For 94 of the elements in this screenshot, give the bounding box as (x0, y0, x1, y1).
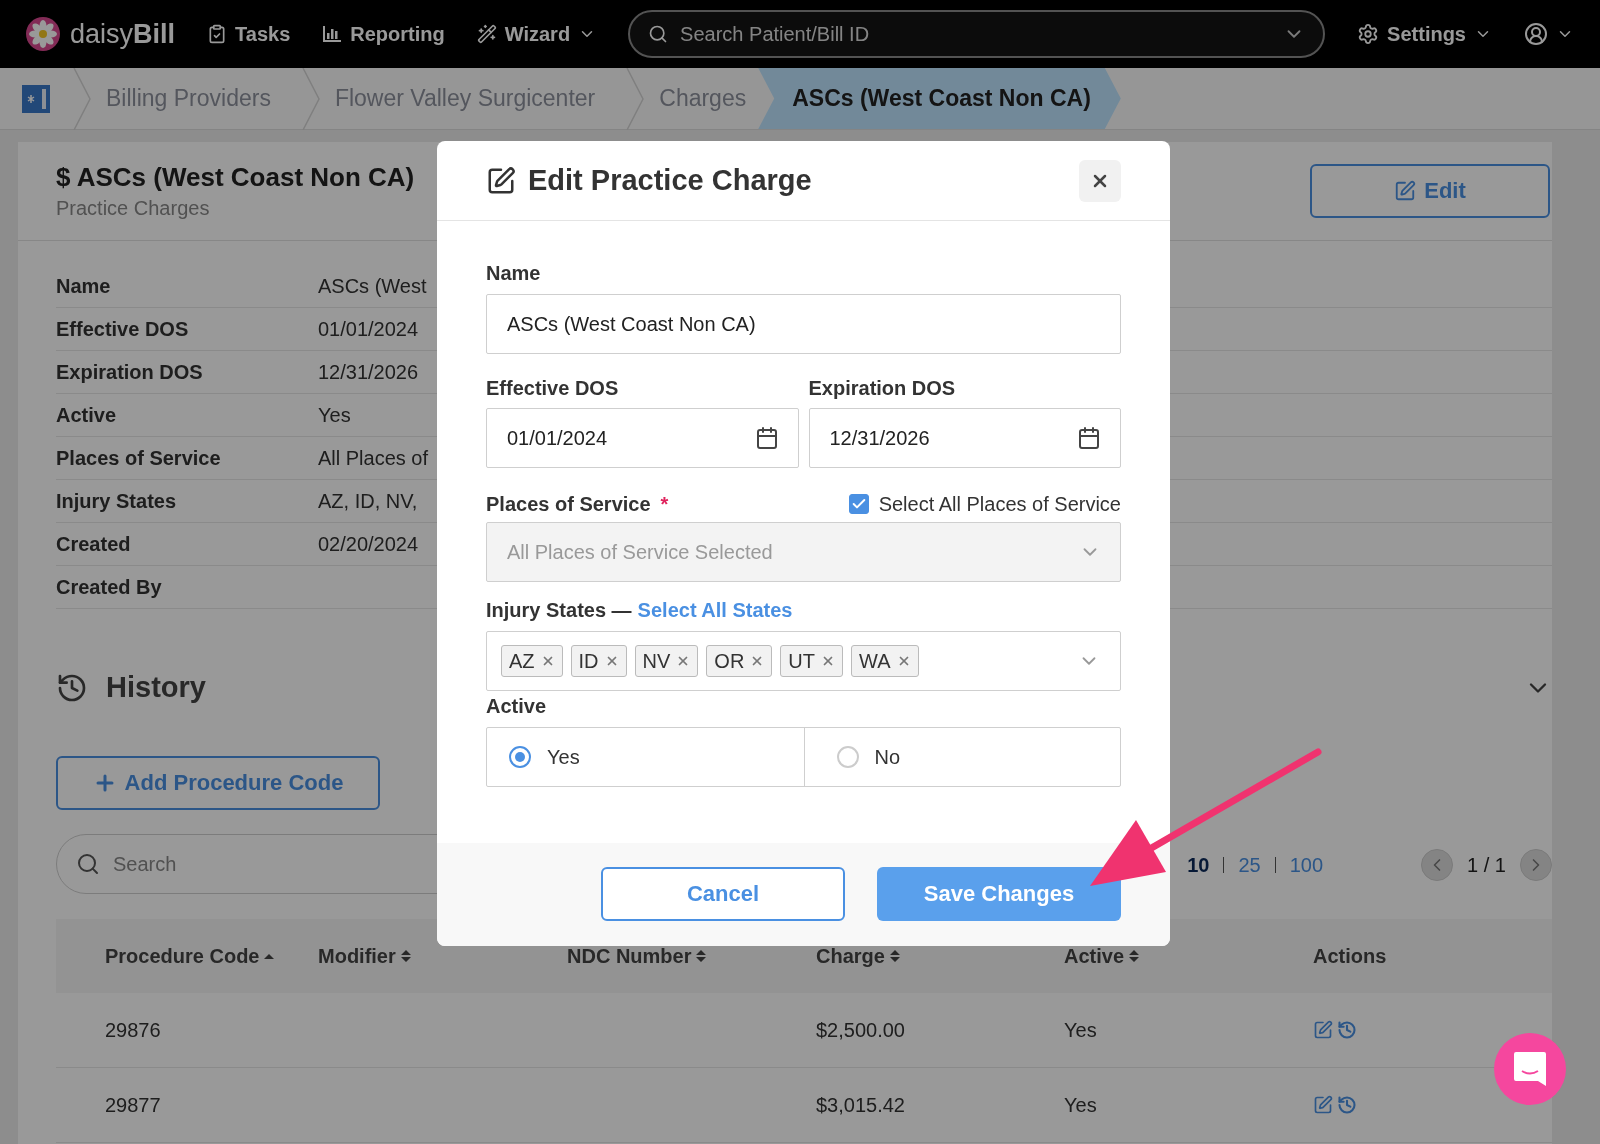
page-subtitle: Practice Charges (56, 197, 211, 220)
settings-menu[interactable]: Settings (1357, 22, 1492, 46)
state-tag: UT (780, 645, 844, 677)
state-tag: ID (570, 645, 627, 677)
name-field[interactable]: ASCs (West Coast Non CA) (486, 294, 1121, 354)
history-icon[interactable] (1337, 1095, 1357, 1115)
state-tag: WA (851, 645, 919, 677)
page-size-link[interactable]: 10 (1187, 853, 1210, 877)
detail-value: 02/20/2024 (318, 532, 419, 556)
radio-option[interactable]: Yes (487, 728, 804, 786)
column-header[interactable]: NDC Number (567, 944, 692, 968)
chat-icon (1513, 1051, 1547, 1087)
detail-value: ASCs (West (318, 274, 427, 298)
bar-chart-icon (322, 25, 343, 43)
edit-button[interactable]: Edit (1310, 164, 1550, 218)
date-field[interactable]: 01/01/2024 (486, 408, 799, 468)
save-changes-button[interactable]: Save Changes (877, 867, 1121, 921)
detail-value: AZ, ID, NV, (318, 489, 418, 513)
next-page-button[interactable] (1520, 849, 1552, 881)
detail-label: Created (56, 532, 131, 556)
column-header[interactable]: Procedure Code (105, 944, 260, 968)
field-label: Active (486, 695, 547, 718)
detail-value: Yes (318, 403, 351, 427)
detail-label: Created By (56, 575, 162, 599)
detail-label: Injury States (56, 489, 177, 513)
select-all-link[interactable]: Select All States (637, 598, 793, 622)
detail-value: 12/31/2026 (318, 360, 419, 384)
detail-label: Effective DOS (56, 317, 189, 341)
sort-icon[interactable] (399, 948, 412, 964)
edit-icon[interactable] (1313, 1020, 1333, 1040)
date-field[interactable]: 12/31/2026 (808, 408, 1121, 468)
search-field[interactable]: Search Patient/Bill ID (628, 10, 1326, 58)
history-icon[interactable] (1337, 1020, 1357, 1040)
required-mark: * (660, 492, 669, 516)
sort-icon[interactable] (1128, 948, 1141, 964)
settings-icon (1357, 23, 1380, 45)
field-label: Name (486, 262, 541, 285)
dialog-title: Edit Practice Charge (528, 164, 812, 197)
calendar-icon[interactable] (754, 426, 779, 450)
edit-icon (1394, 180, 1417, 202)
nav-link[interactable]: Tasks (207, 22, 291, 46)
nav-link[interactable]: Wizard (476, 22, 597, 46)
state-tag: NV (634, 645, 699, 677)
table-cell: Yes (1064, 1018, 1097, 1042)
calendar-icon[interactable] (1077, 426, 1101, 450)
radio-option[interactable]: No (803, 728, 1120, 786)
edit-icon (486, 165, 516, 196)
user-icon (1524, 22, 1548, 46)
field-label: Expiration DOS (808, 377, 956, 400)
page-size-link[interactable]: 25 (1238, 853, 1261, 877)
page-indicator: 1 / 1 (1467, 853, 1506, 877)
search-icon (648, 24, 669, 44)
breadcrumb-item[interactable]: ASCs (West Coast Non CA) (758, 68, 1121, 129)
table-cell: 29877 (105, 1093, 161, 1117)
edit-icon[interactable] (1313, 1095, 1333, 1115)
field-label: Places of Service (486, 492, 651, 516)
nav-link[interactable]: Reporting (322, 22, 445, 46)
page-size-link[interactable]: 100 (1289, 853, 1324, 877)
table-cell: $2,500.00 (816, 1018, 905, 1042)
brand-logo-text: daisyBill (70, 18, 176, 50)
search-icon (76, 852, 100, 876)
home-icon[interactable] (21, 83, 51, 114)
states-select[interactable]: AZ ID NV OR UT WA (486, 631, 1121, 691)
section-title: History (106, 671, 206, 704)
sort-icon[interactable] (888, 948, 901, 964)
clipboard-icon (207, 24, 228, 44)
detail-label: Places of Service (56, 446, 221, 470)
field-label: Effective DOS (486, 377, 619, 400)
breadcrumb-item[interactable]: Billing Providers (92, 68, 301, 129)
sort-ascending-icon[interactable] (263, 952, 276, 960)
detail-value: All Places of (318, 446, 429, 470)
state-tag: OR (706, 645, 773, 677)
daisy-logo-icon (26, 17, 60, 51)
table-cell: $3,015.42 (816, 1093, 905, 1117)
detail-label: Active (56, 403, 117, 427)
table-cell: 29876 (105, 1018, 161, 1042)
close-button[interactable] (1079, 159, 1121, 202)
cancel-button[interactable]: Cancel (601, 867, 845, 921)
column-header[interactable]: Modifier (318, 944, 396, 968)
breadcrumb-item[interactable]: Flower Valley Surgicenter (320, 68, 626, 129)
column-header[interactable]: Charge (816, 944, 885, 968)
page-title: $ ASCs (West Coast Non CA) (56, 162, 415, 193)
table-cell: Yes (1064, 1093, 1097, 1117)
detail-label: Expiration DOS (56, 360, 203, 384)
previous-page-button[interactable] (1421, 849, 1454, 881)
sort-icon[interactable] (695, 948, 708, 964)
magic-wand-icon (476, 24, 497, 44)
add-procedure-code-button[interactable]: Add Procedure Code (56, 756, 380, 810)
column-header[interactable]: Active (1064, 944, 1125, 968)
state-tag: AZ (501, 645, 563, 677)
field-label: Injury States — (486, 598, 632, 622)
column-header[interactable]: Actions (1313, 944, 1387, 968)
detail-value: 01/01/2024 (318, 317, 419, 341)
detail-label: Name (56, 274, 111, 298)
